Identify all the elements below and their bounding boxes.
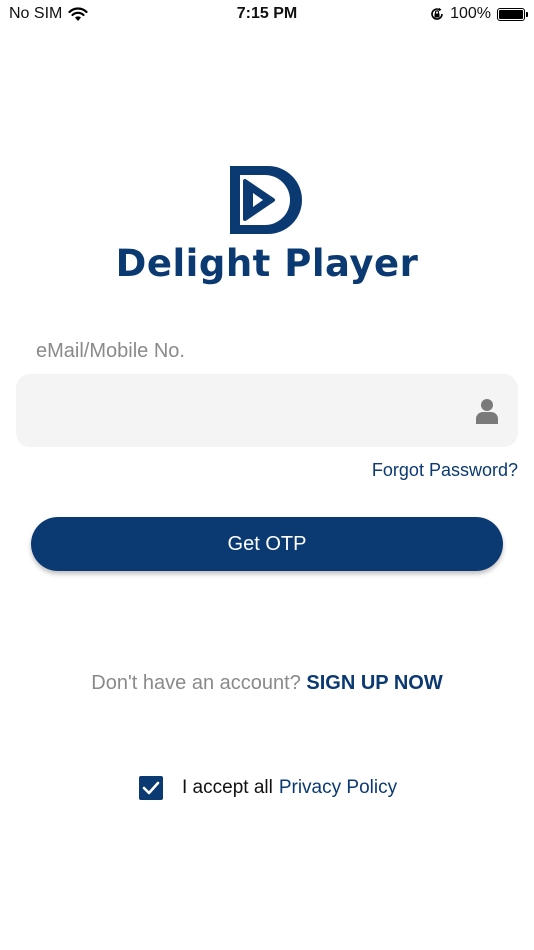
signup-row: Don't have an account? SIGN UP NOW xyxy=(0,672,534,695)
sign-up-link[interactable]: SIGN UP NOW xyxy=(306,672,442,694)
user-icon xyxy=(476,399,498,424)
checkmark-icon xyxy=(142,781,160,795)
email-mobile-field[interactable] xyxy=(16,374,518,449)
orientation-lock-icon xyxy=(431,7,443,20)
status-right: 100% xyxy=(430,5,528,23)
email-mobile-input[interactable] xyxy=(34,374,468,449)
privacy-accept-row: I accept all Privacy Policy xyxy=(139,776,397,800)
battery-percent: 100% xyxy=(450,5,491,22)
signup-prompt: Don't have an account? xyxy=(91,672,301,694)
privacy-checkbox[interactable] xyxy=(139,776,163,800)
battery-fill xyxy=(499,9,523,19)
status-bar: No SIM 7:15 PM 100% xyxy=(0,0,534,30)
play-d-logo-icon xyxy=(230,166,302,234)
brand-name: Delight Player xyxy=(115,242,419,285)
privacy-policy-link[interactable]: Privacy Policy xyxy=(279,777,397,799)
get-otp-button[interactable]: Get OTP xyxy=(31,517,503,571)
battery-icon xyxy=(497,7,528,21)
forgot-password-link[interactable]: Forgot Password? xyxy=(372,460,518,481)
accept-text: I accept all xyxy=(182,777,273,798)
email-field-label: eMail/Mobile No. xyxy=(36,340,185,362)
